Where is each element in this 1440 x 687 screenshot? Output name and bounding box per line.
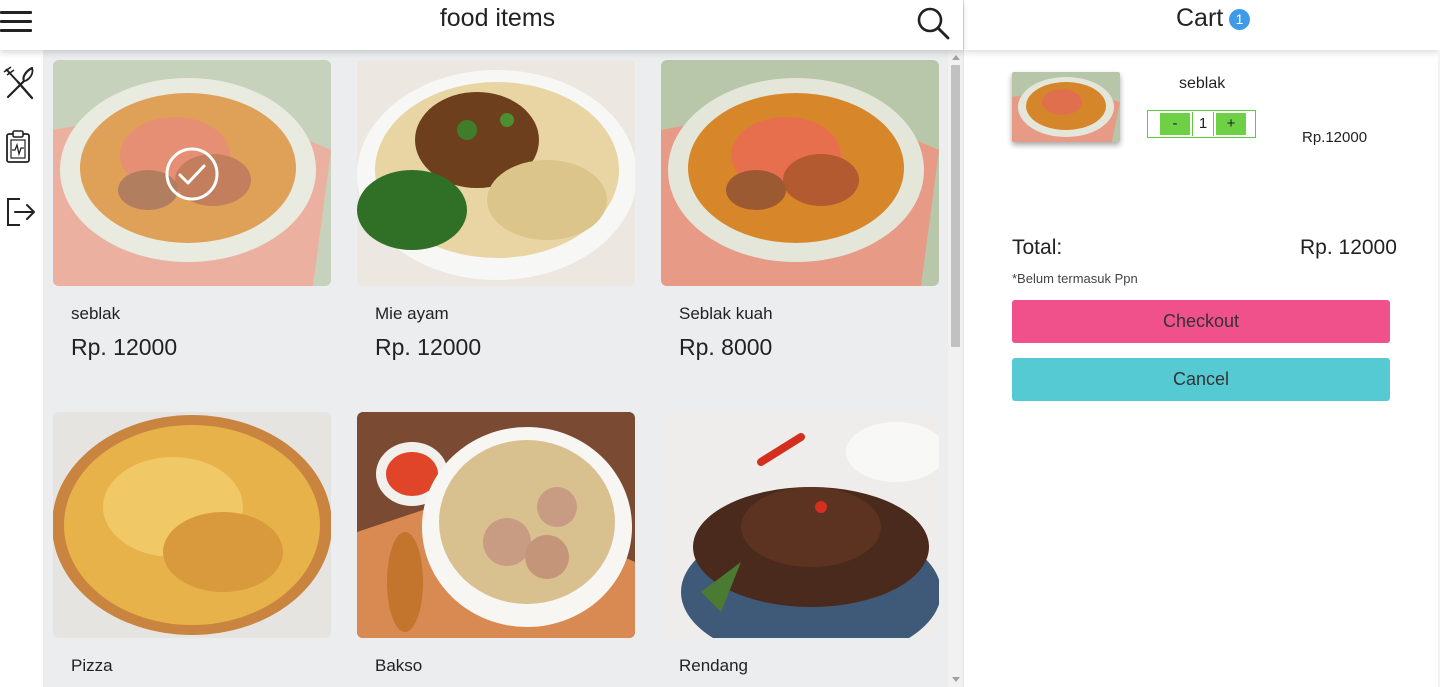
cart-item-name: seblak	[1179, 75, 1226, 92]
top-bar: food items	[0, 0, 963, 50]
cart-panel: Cart 1 seblak - 1 + Rp.12000 Total: Rp. …	[963, 0, 1440, 687]
food-card[interactable]: Mie ayam Rp. 12000	[357, 60, 635, 361]
food-image[interactable]	[357, 60, 635, 286]
food-name: seblak	[71, 304, 121, 323]
scrollbar[interactable]	[948, 50, 963, 687]
food-name: Bakso	[375, 656, 423, 675]
cart-count-badge: 1	[1229, 9, 1250, 30]
food-image[interactable]	[661, 60, 939, 286]
decrease-quantity-button[interactable]: -	[1160, 113, 1190, 135]
food-price: Rp. 8000	[679, 334, 773, 360]
food-price: Rp. 12000	[375, 334, 482, 360]
food-grid: seblak Rp. 12000 Mie ayam Rp. 12000 Sebl…	[43, 50, 948, 687]
page-title: food items	[439, 4, 556, 32]
tax-note: *Belum termasuk Ppn	[1012, 271, 1138, 286]
cancel-button[interactable]: Cancel	[1012, 358, 1390, 401]
total-label: Total:	[1012, 236, 1063, 259]
quantity-value[interactable]: 1	[1192, 112, 1214, 136]
utensils-icon[interactable]	[2, 65, 36, 101]
food-card[interactable]: Seblak kuah Rp. 8000	[661, 60, 939, 361]
sidebar	[0, 50, 43, 687]
food-image[interactable]	[661, 412, 939, 638]
checkout-button[interactable]: Checkout	[1012, 300, 1390, 343]
increase-quantity-button[interactable]: +	[1216, 113, 1246, 135]
food-image[interactable]	[357, 412, 635, 638]
scroll-thumb[interactable]	[951, 65, 960, 347]
search-icon[interactable]	[916, 6, 950, 40]
food-card[interactable]: seblak Rp. 12000	[53, 60, 331, 361]
cart-header: Cart 1	[964, 0, 1440, 50]
food-card[interactable]: Bakso	[357, 412, 635, 676]
scroll-down-arrow[interactable]	[952, 677, 960, 682]
food-price: Rp. 12000	[71, 334, 178, 360]
food-name: Mie ayam	[375, 304, 449, 323]
food-image[interactable]	[53, 412, 331, 638]
quantity-stepper: - 1 +	[1147, 110, 1256, 138]
cart-item-image	[1012, 72, 1120, 142]
logout-icon[interactable]	[2, 193, 36, 229]
food-name: Seblak kuah	[679, 304, 773, 323]
food-name: Rendang	[679, 656, 749, 675]
food-card[interactable]: Pizza	[53, 412, 331, 676]
food-name: Pizza	[71, 656, 113, 675]
scroll-up-arrow[interactable]	[952, 55, 960, 60]
cart-title: Cart	[1176, 4, 1224, 32]
cart-item-price: Rp.12000	[1302, 129, 1368, 146]
clipboard-icon[interactable]	[2, 128, 36, 164]
total-value: Rp. 12000	[1300, 236, 1397, 259]
food-card[interactable]: Rendang	[661, 412, 939, 676]
food-image[interactable]	[53, 60, 331, 286]
check-icon	[165, 147, 219, 201]
